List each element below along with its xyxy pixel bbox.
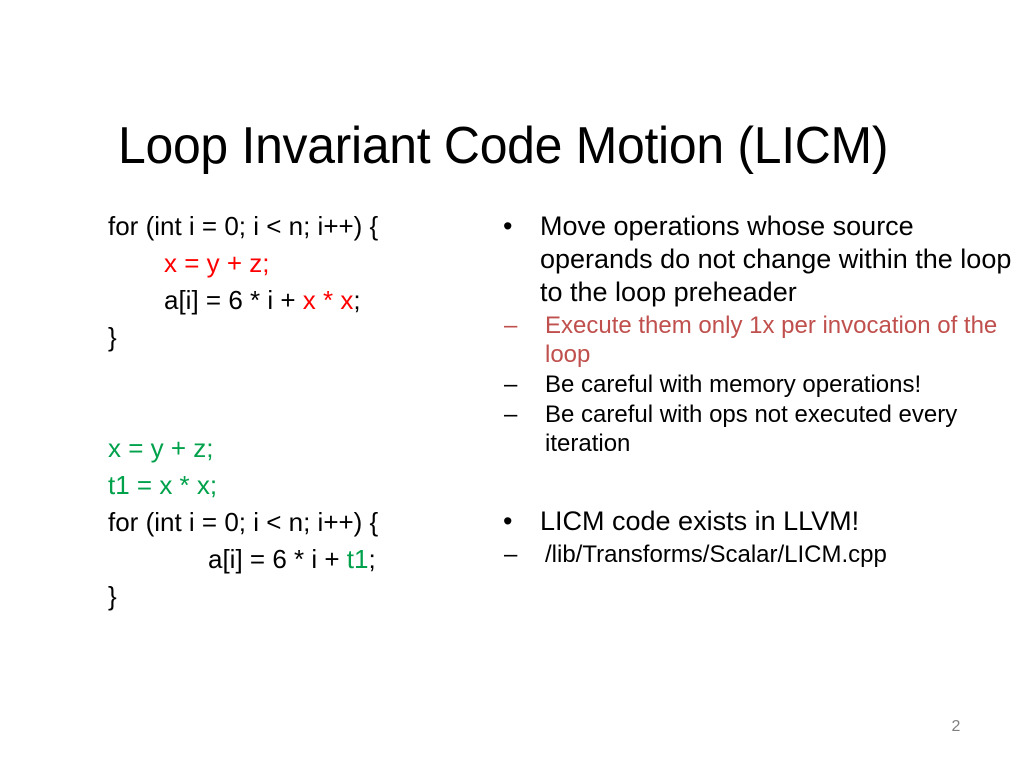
bullet-text: LICM code exists in LLVM!	[540, 506, 860, 536]
bullet-text: /lib/Transforms/Scalar/LICM.cpp	[545, 541, 887, 568]
bullet-item-level2: – Be careful with memory operations!	[495, 370, 1015, 399]
bullet-dot-icon: •	[503, 211, 513, 241]
bullet-dash-icon: –	[504, 401, 518, 428]
code-token: ;	[353, 285, 361, 315]
code-token: ;	[368, 544, 376, 574]
code-token: t1 = x * x;	[108, 470, 218, 500]
page-number: 2	[951, 718, 961, 735]
page-title: Loop Invariant Code Motion (LICM)	[118, 116, 889, 175]
code-block-original: for (int i = 0; i < n; i++) { x = y + z; a…	[108, 208, 488, 356]
code-line: x = y + z;	[108, 245, 488, 282]
bullet-item-level2: – Be careful with ops not executed every …	[495, 400, 1015, 458]
code-line: a[i] = 6 * i + t1;	[108, 541, 488, 578]
bullet-dash-icon: –	[504, 312, 518, 339]
code-token: t1	[346, 544, 369, 574]
code-token: x = y + z;	[164, 248, 270, 278]
code-block-spacer	[108, 356, 488, 430]
bullet-item-level2: –/lib/Transforms/Scalar/LICM.cpp	[495, 540, 1015, 569]
code-token: x * x	[302, 285, 354, 315]
bullet-column: • Move operations whose source operands d…	[495, 210, 1015, 570]
code-line: }	[108, 319, 488, 356]
bullet-item-level1: • LICM code exists in LLVM!	[495, 505, 1015, 538]
bullet-group-spacer	[495, 459, 1015, 505]
bullet-dash-icon: –	[504, 541, 518, 568]
bullet-text: Move operations whose source operands do…	[540, 211, 1012, 307]
code-line: for (int i = 0; i < n; i++) {	[108, 208, 488, 245]
code-line: for (int i = 0; i < n; i++) {	[108, 504, 488, 541]
code-column: for (int i = 0; i < n; i++) { x = y + z; a…	[108, 208, 488, 615]
code-line: a[i] = 6 * i + x * x;	[108, 282, 488, 319]
code-token: x = y + z;	[108, 433, 214, 463]
code-token: for (int i = 0; i < n; i++) {	[108, 507, 379, 537]
code-token: a[i] = 6 * i +	[208, 544, 347, 574]
slide-canvas: Loop Invariant Code Motion (LICM) for (i…	[0, 0, 1024, 768]
bullet-text: Execute them only 1x per invocation of t…	[545, 312, 998, 368]
code-line: t1 = x * x;	[108, 467, 488, 504]
bullet-dash-icon: –	[504, 371, 518, 398]
bullet-text: Be careful with memory operations!	[545, 371, 922, 398]
code-line: x = y + z;	[108, 430, 488, 467]
bullet-text: Be careful with ops not executed every i…	[545, 401, 958, 457]
code-token: for (int i = 0; i < n; i++) {	[108, 211, 379, 241]
code-token: }	[108, 581, 117, 611]
code-token: }	[108, 322, 117, 352]
code-block-transformed: x = y + z; t1 = x * x; for (int i = 0; i <…	[108, 430, 488, 615]
bullet-item-level1: • Move operations whose source operands d…	[495, 210, 1015, 309]
code-line: }	[108, 578, 488, 615]
code-token: a[i] = 6 * i +	[164, 285, 303, 315]
bullet-dot-icon: •	[503, 506, 513, 536]
bullet-item-level2: – Execute them only 1x per invocation of …	[495, 311, 1015, 369]
